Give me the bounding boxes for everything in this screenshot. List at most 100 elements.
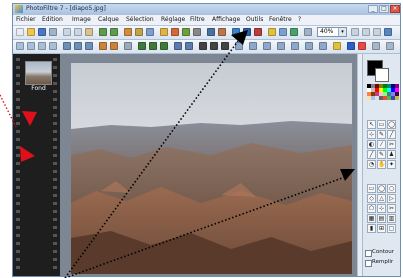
mask-icon[interactable] <box>174 42 182 50</box>
zoom-out-icon[interactable] <box>351 28 359 36</box>
stamp-icon[interactable] <box>347 42 355 50</box>
open-folder-icon[interactable] <box>27 28 35 36</box>
line-tool-icon[interactable]: ╱ <box>387 130 396 139</box>
fill-tool-icon[interactable]: ◐ <box>367 140 376 149</box>
rotate-left-icon[interactable] <box>16 42 24 50</box>
plugin-icon[interactable] <box>386 42 394 50</box>
menu-filtre[interactable]: Filtre <box>190 16 205 23</box>
eyedropper-tool-icon[interactable]: ⊹ <box>367 130 376 139</box>
selection-icon[interactable] <box>279 28 287 36</box>
hand-tool-icon[interactable]: ✋ <box>377 160 386 169</box>
image-size-icon[interactable] <box>124 28 132 36</box>
text-icon[interactable] <box>268 28 276 36</box>
grid-shape-icon[interactable]: ▦ <box>367 214 376 223</box>
menu-affichage[interactable]: Affichage <box>212 16 240 23</box>
remplir-checkbox[interactable] <box>365 260 372 267</box>
menu-help[interactable]: ? <box>298 16 301 23</box>
contour-checkbox[interactable] <box>365 250 372 257</box>
blur-tool-icon[interactable]: ◔ <box>367 160 376 169</box>
crop-icon[interactable] <box>146 28 154 36</box>
pinch-icon[interactable] <box>305 42 313 50</box>
spiral-icon[interactable] <box>291 42 299 50</box>
eraser-tool-icon[interactable]: ✂ <box>387 140 396 149</box>
transform-icon[interactable] <box>124 42 132 50</box>
frame-shape-icon[interactable]: ▢ <box>387 224 396 233</box>
contrast-icon[interactable] <box>171 28 179 36</box>
gamma-icon[interactable] <box>193 28 201 36</box>
bar-shape-icon[interactable]: ▮ <box>367 224 376 233</box>
layer-icon[interactable] <box>290 28 298 36</box>
sharpen-icon[interactable] <box>74 42 82 50</box>
vlines-shape-icon[interactable]: ▥ <box>387 214 396 223</box>
maximize-button[interactable]: □ <box>379 5 389 13</box>
polygon-shape-icon[interactable]: ⬠ <box>367 204 376 213</box>
pencil-tool-icon[interactable]: ✎ <box>377 130 386 139</box>
fit-window-icon[interactable] <box>304 28 312 36</box>
chevron-down-icon[interactable]: ▾ <box>338 28 346 36</box>
border-icon[interactable] <box>149 42 157 50</box>
undo-icon[interactable] <box>99 28 107 36</box>
title-bar[interactable]: PhotoFiltre 7 - [diapo5.jpg] _ □ × <box>13 4 400 15</box>
triangle-shape-icon[interactable]: △ <box>377 194 386 203</box>
deform-icon[interactable] <box>235 42 243 50</box>
filter-icon[interactable] <box>232 28 240 36</box>
arrow-shape-icon[interactable]: ▷ <box>387 194 396 203</box>
magic-wand-tool-icon[interactable]: ✦ <box>387 160 396 169</box>
menu-edition[interactable]: Edition <box>42 16 63 23</box>
scissors-shape-icon[interactable]: ✂ <box>387 204 396 213</box>
new-file-icon[interactable] <box>16 28 24 36</box>
canvas-size-icon[interactable] <box>135 28 143 36</box>
saturation-icon[interactable] <box>182 28 190 36</box>
save-icon[interactable] <box>38 28 46 36</box>
copy-icon[interactable] <box>74 28 82 36</box>
blur-icon[interactable] <box>63 42 71 50</box>
table-shape-icon[interactable]: ⊞ <box>377 224 386 233</box>
lasso-shape-icon[interactable]: ⊹ <box>377 204 386 213</box>
paste-icon[interactable] <box>85 28 93 36</box>
sphere-icon[interactable] <box>319 42 327 50</box>
flip-horizontal-icon[interactable] <box>38 42 46 50</box>
menu-outils[interactable]: Outils <box>246 16 263 23</box>
noise-icon[interactable] <box>85 42 93 50</box>
menu-calque[interactable]: Calque <box>98 16 119 23</box>
auto-contrast-icon[interactable] <box>254 28 262 36</box>
canyon-photo[interactable] <box>71 63 352 274</box>
print-icon[interactable] <box>49 28 57 36</box>
layer-thumbnail[interactable] <box>25 61 52 85</box>
zoom-in-icon[interactable] <box>362 28 370 36</box>
emboss-icon[interactable] <box>99 42 107 50</box>
effect-icon[interactable] <box>110 42 118 50</box>
color-balance-icon[interactable] <box>243 28 251 36</box>
light-icon[interactable] <box>333 42 341 50</box>
cut-icon[interactable] <box>63 28 71 36</box>
pattern-icon[interactable] <box>210 42 218 50</box>
rectangle-shape-icon[interactable]: ▭ <box>367 184 376 193</box>
hlines-shape-icon[interactable]: ▤ <box>377 214 386 223</box>
flip-vertical-icon[interactable] <box>49 42 57 50</box>
brush-tool-icon[interactable]: ╱ <box>367 150 376 159</box>
menu-fichier[interactable]: Fichier <box>16 16 36 23</box>
zoom-select[interactable]: 40% ▾ <box>317 27 347 37</box>
image-workspace[interactable] <box>60 54 357 276</box>
fullscreen-icon[interactable] <box>384 28 392 36</box>
menu-image[interactable]: Image <box>72 16 91 23</box>
menu-selection[interactable]: Sélection <box>126 16 154 23</box>
menu-fenetre[interactable]: Fenêtre <box>269 16 292 23</box>
ellipse-shape-icon[interactable]: ◯ <box>377 184 386 193</box>
grayscale-icon[interactable] <box>207 28 215 36</box>
color-palette[interactable] <box>367 84 399 104</box>
rotate-right-icon[interactable] <box>27 42 35 50</box>
pointer-tool-icon[interactable]: ↖ <box>367 120 376 129</box>
clone-stamp-tool-icon[interactable]: ♟ <box>387 150 396 159</box>
automation-icon[interactable] <box>372 42 380 50</box>
menu-reglage[interactable]: Réglage <box>161 16 185 23</box>
texture-icon[interactable] <box>138 42 146 50</box>
spray-tool-icon[interactable]: ⁄ <box>377 140 386 149</box>
shear-icon[interactable] <box>263 42 271 50</box>
rect-select-tool-icon[interactable]: ▭ <box>377 120 386 129</box>
frame-icon[interactable] <box>160 42 168 50</box>
close-button[interactable]: × <box>390 5 400 13</box>
mosaic-icon[interactable] <box>221 42 229 50</box>
wave-icon[interactable] <box>277 42 285 50</box>
grid-icon[interactable] <box>199 42 207 50</box>
